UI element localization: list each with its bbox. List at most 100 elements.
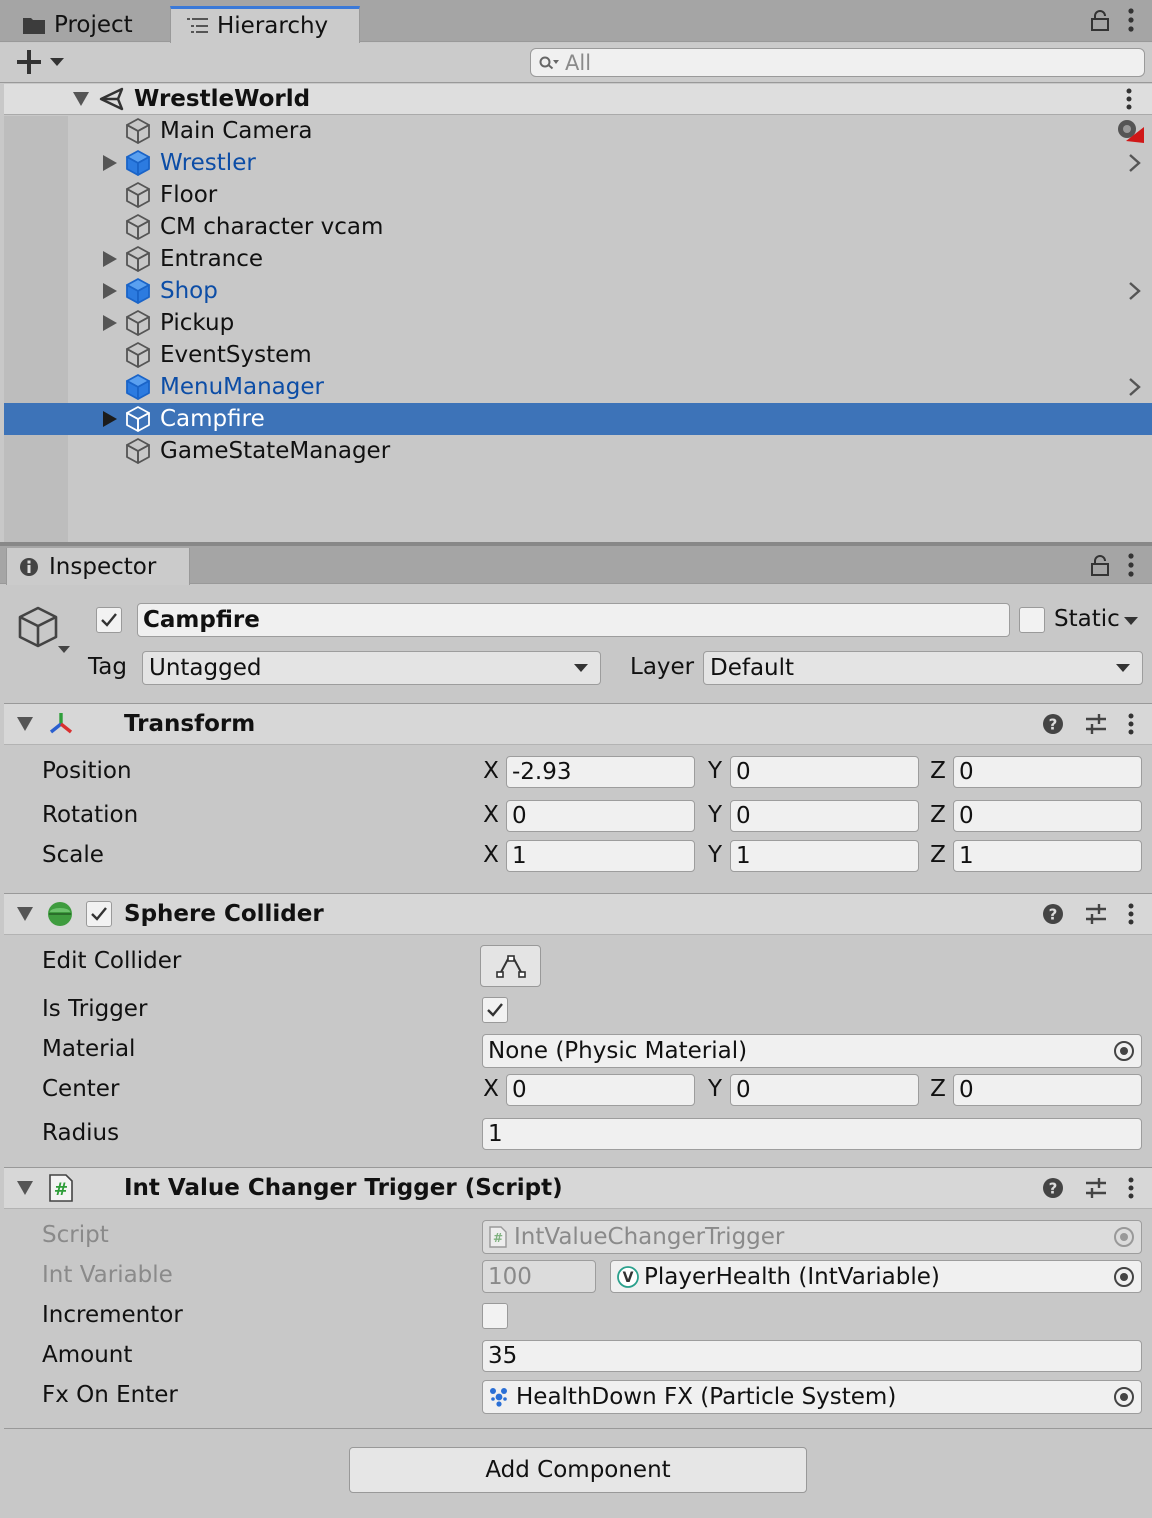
rotation-y-field[interactable]: 0 xyxy=(730,800,919,832)
static-dropdown-icon[interactable] xyxy=(1124,616,1138,626)
scale-y-field[interactable]: 1 xyxy=(730,840,919,872)
component-menu-icon[interactable] xyxy=(1128,713,1134,735)
camera-gizmo-icon xyxy=(1114,117,1148,145)
object-picker-icon[interactable] xyxy=(1113,1386,1135,1408)
fx-on-enter-field[interactable]: HealthDown FX (Particle System) xyxy=(482,1380,1142,1414)
hierarchy-item[interactable]: Pickup xyxy=(4,307,1152,339)
hierarchy-item[interactable]: MenuManager xyxy=(4,371,1152,403)
x-axis-label[interactable]: X xyxy=(480,842,502,868)
hierarchy-item[interactable]: Entrance xyxy=(4,243,1152,275)
hierarchy-item-label: Campfire xyxy=(160,406,265,432)
foldout-arrow-icon[interactable] xyxy=(16,906,34,922)
center-z-field[interactable]: 0 xyxy=(953,1074,1142,1106)
gameobject-icon[interactable] xyxy=(16,604,74,658)
hierarchy-item[interactable]: CM character vcam xyxy=(4,211,1152,243)
lock-icon[interactable] xyxy=(1090,9,1110,31)
position-label: Position xyxy=(42,758,132,784)
hierarchy-item[interactable]: Campfire xyxy=(4,403,1152,435)
object-picker-icon[interactable] xyxy=(1113,1266,1135,1288)
edit-collider-button[interactable] xyxy=(480,945,541,987)
object-name-field[interactable]: Campfire xyxy=(137,603,1010,637)
x-axis-label[interactable]: X xyxy=(480,758,502,784)
component-menu-icon[interactable] xyxy=(1128,1177,1134,1199)
chevron-right-icon[interactable] xyxy=(1128,281,1142,301)
z-axis-label[interactable]: Z xyxy=(927,1076,949,1102)
scene-name: WrestleWorld xyxy=(134,86,311,112)
foldout-arrow-icon[interactable] xyxy=(16,1180,34,1196)
foldout-arrow-icon[interactable] xyxy=(16,716,34,732)
hierarchy-item[interactable]: Wrestler xyxy=(4,147,1152,179)
y-axis-label[interactable]: Y xyxy=(704,802,726,828)
hierarchy-item-label: EventSystem xyxy=(160,342,312,368)
is-trigger-checkbox[interactable] xyxy=(482,997,508,1023)
object-active-checkbox[interactable] xyxy=(96,607,122,633)
prefab-cube-icon xyxy=(124,277,152,305)
int-variable-field[interactable]: V PlayerHealth (IntVariable) xyxy=(610,1260,1142,1293)
scene-menu-icon[interactable] xyxy=(1126,88,1132,110)
create-button[interactable] xyxy=(16,49,64,75)
chevron-right-icon[interactable] xyxy=(1128,153,1142,173)
expand-arrow-icon[interactable] xyxy=(102,250,120,268)
position-x-field[interactable]: -2.93 xyxy=(506,756,695,788)
hierarchy-item[interactable]: Shop xyxy=(4,275,1152,307)
help-icon[interactable]: ? xyxy=(1042,713,1064,735)
tag-dropdown[interactable]: Untagged xyxy=(142,651,601,685)
y-axis-label[interactable]: Y xyxy=(704,1076,726,1102)
script-component-header[interactable]: # Int Value Changer Trigger (Script) ? xyxy=(4,1167,1152,1209)
position-z-field[interactable]: 0 xyxy=(953,756,1142,788)
scene-row[interactable]: WrestleWorld xyxy=(4,84,1152,115)
hierarchy-search[interactable] xyxy=(530,48,1145,77)
help-icon[interactable]: ? xyxy=(1042,1177,1064,1199)
hierarchy-item[interactable]: Main Camera xyxy=(4,115,1152,147)
material-field[interactable]: None (Physic Material) xyxy=(482,1034,1142,1068)
scale-x-field[interactable]: 1 xyxy=(506,840,695,872)
plus-icon xyxy=(16,49,42,75)
tab-inspector[interactable]: Inspector xyxy=(6,548,190,585)
radius-field[interactable]: 1 xyxy=(482,1118,1142,1150)
hierarchy-item[interactable]: Floor xyxy=(4,179,1152,211)
incrementor-checkbox[interactable] xyxy=(482,1303,508,1329)
svg-text:?: ? xyxy=(1049,1180,1058,1198)
x-axis-label[interactable]: X xyxy=(480,802,502,828)
position-y-field[interactable]: 0 xyxy=(730,756,919,788)
help-icon[interactable]: ? xyxy=(1042,903,1064,925)
kebab-menu-icon[interactable] xyxy=(1128,8,1134,32)
add-component-button[interactable]: Add Component xyxy=(349,1447,807,1493)
x-axis-label[interactable]: X xyxy=(480,1076,502,1102)
amount-field[interactable]: 35 xyxy=(482,1340,1142,1372)
z-axis-label[interactable]: Z xyxy=(927,842,949,868)
expand-arrow-icon[interactable] xyxy=(102,314,120,332)
expand-arrow-icon[interactable] xyxy=(102,410,120,428)
rotation-x-field[interactable]: 0 xyxy=(506,800,695,832)
expand-arrow-icon[interactable] xyxy=(72,91,90,107)
tab-hierarchy[interactable]: Hierarchy xyxy=(170,6,360,43)
sphere-collider-enabled-checkbox[interactable] xyxy=(86,901,112,927)
component-menu-icon[interactable] xyxy=(1128,903,1134,925)
lock-icon[interactable] xyxy=(1090,554,1110,576)
radius-label: Radius xyxy=(42,1120,120,1146)
sphere-collider-header[interactable]: Sphere Collider ? xyxy=(4,893,1152,935)
presets-icon[interactable] xyxy=(1084,1177,1108,1199)
presets-icon[interactable] xyxy=(1084,713,1108,735)
hierarchy-item[interactable]: GameStateManager xyxy=(4,435,1152,467)
scale-z-field[interactable]: 1 xyxy=(953,840,1142,872)
presets-icon[interactable] xyxy=(1084,903,1108,925)
kebab-menu-icon[interactable] xyxy=(1128,553,1134,577)
tab-project[interactable]: Project xyxy=(10,6,168,43)
y-axis-label[interactable]: Y xyxy=(704,842,726,868)
chevron-right-icon[interactable] xyxy=(1128,377,1142,397)
layer-dropdown[interactable]: Default xyxy=(703,651,1143,685)
search-input[interactable] xyxy=(565,50,1105,75)
center-y-field[interactable]: 0 xyxy=(730,1074,919,1106)
z-axis-label[interactable]: Z xyxy=(927,758,949,784)
z-axis-label[interactable]: Z xyxy=(927,802,949,828)
hierarchy-item[interactable]: EventSystem xyxy=(4,339,1152,371)
expand-arrow-icon[interactable] xyxy=(102,154,120,172)
rotation-z-field[interactable]: 0 xyxy=(953,800,1142,832)
expand-arrow-icon[interactable] xyxy=(102,282,120,300)
static-checkbox[interactable] xyxy=(1019,607,1045,633)
y-axis-label[interactable]: Y xyxy=(704,758,726,784)
center-x-field[interactable]: 0 xyxy=(506,1074,695,1106)
transform-header[interactable]: Transform ? xyxy=(4,703,1152,745)
object-picker-icon[interactable] xyxy=(1113,1040,1135,1062)
